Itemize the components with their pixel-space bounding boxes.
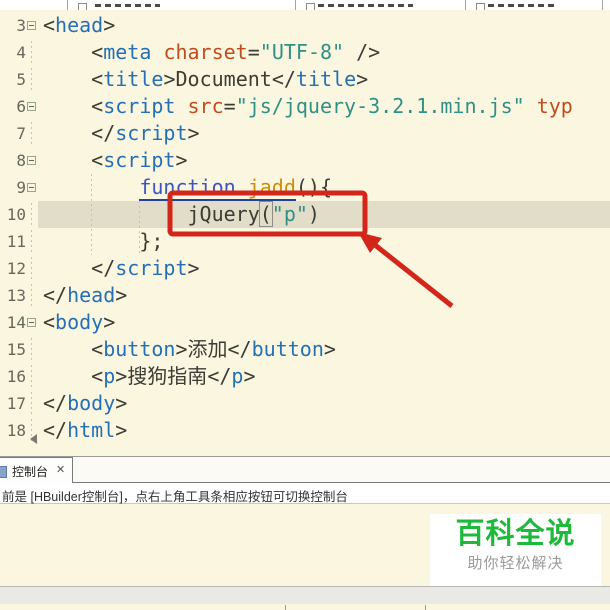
gutter-guide (31, 365, 32, 388)
code-text: <button>添加</button> (43, 337, 336, 361)
gutter-guide (31, 203, 32, 226)
line-number: 16 (6, 367, 26, 386)
code-line: 12 </script> (0, 255, 610, 282)
hbuilder-window: { "editor": { "background": "#FBF6E0", "… (0, 0, 610, 610)
tab-separator (67, 0, 68, 10)
line-number: 4 (16, 43, 26, 62)
fold-toggle-icon[interactable] (27, 318, 36, 327)
code-text: </head> (43, 283, 128, 307)
line-number: 5 (16, 70, 26, 89)
code-text: jQuery("p") (187, 201, 320, 227)
gutter-guide (31, 122, 32, 145)
gutter-guide (31, 41, 32, 64)
line-number: 10 (6, 205, 26, 224)
code-text: <head> (43, 13, 116, 37)
gutter-guide (31, 284, 32, 307)
indent-guide (139, 201, 140, 255)
console-icon (0, 466, 7, 478)
tab-separator (602, 0, 603, 10)
status-separator (425, 605, 426, 610)
gutter-guide (31, 392, 32, 415)
code-text: <p>搜狗指南</p> (43, 364, 256, 388)
code-text: </body> (43, 391, 128, 415)
tab-console[interactable]: 控制台 ✕ (0, 457, 73, 483)
line-number: 8 (16, 151, 26, 170)
line-number: 11 (6, 232, 26, 251)
code-text: <meta charset="UTF-8" /> (43, 40, 381, 64)
line-number: 6 (16, 97, 26, 116)
console-message: 前是 [HBuilder控制台]，点右上角工具条相应按钮可切换控制台 (2, 490, 348, 504)
code-text: }; (43, 229, 164, 253)
line-number: 12 (6, 259, 26, 278)
code-text: </html> (43, 418, 128, 442)
watermark-subtitle: 助你轻松解决 (467, 555, 564, 572)
hscrollbar-left-arrow[interactable] (30, 434, 37, 444)
gutter-guide (31, 68, 32, 91)
line-number: 14 (6, 313, 26, 332)
tab-separator (465, 0, 466, 10)
code-line: 7 </script> (0, 120, 610, 147)
console-output-row: 前是 [HBuilder控制台]，点右上角工具条相应按钮可切换控制台 (0, 483, 610, 504)
code-line: 17 </body> (0, 390, 610, 417)
code-line: 4 <meta charset="UTF-8" /> (0, 39, 610, 66)
fold-toggle-icon[interactable] (27, 156, 36, 165)
fold-toggle-icon[interactable] (27, 102, 36, 111)
line-number: 3 (16, 16, 26, 35)
gutter-guide (31, 257, 32, 280)
bottom-scrollbar[interactable] (0, 586, 610, 604)
code-line: 15 <button>添加</button> (0, 336, 610, 363)
code-text: <script> (43, 148, 188, 172)
console-tab-label: 控制台 (12, 465, 49, 479)
tab-title-clipped (95, 4, 160, 7)
code-text: <script src="js/jquery-3.2.1.min.js" typ (43, 94, 573, 118)
console-tab-bar: 控制台 ✕ (0, 457, 610, 483)
status-bar (0, 604, 610, 610)
line-number: 7 (16, 124, 26, 143)
code-line: 6 <script src="js/jquery-3.2.1.min.js" t… (0, 93, 610, 120)
line-number: 9 (16, 178, 26, 197)
fold-toggle-icon[interactable] (27, 183, 36, 192)
code-line: 5 <title>Document</title> (0, 66, 610, 93)
code-line: 16 <p>搜狗指南</p> (0, 363, 610, 390)
status-separator (285, 605, 286, 610)
code-text: </script> (43, 256, 200, 280)
code-line: 14 <body> (0, 309, 610, 336)
line-number: 18 (6, 421, 26, 440)
line-number: 15 (6, 340, 26, 359)
tab-title-clipped (488, 4, 558, 7)
tab-title-clipped (318, 4, 413, 7)
code-line: 13 </head> (0, 282, 610, 309)
code-line: 8 <script> (0, 147, 610, 174)
line-number: 13 (6, 286, 26, 305)
code-text: </script> (43, 121, 200, 145)
code-editor[interactable]: 3 <head> 4 <meta charset="UTF-8" /> 5 <titl… (0, 10, 610, 457)
watermark: 百科全说 助你轻松解决 (430, 514, 601, 586)
code-text: function jadd(){ (139, 175, 332, 201)
close-icon[interactable]: ✕ (56, 463, 65, 476)
code-text: <body> (43, 310, 116, 334)
code-line: 18 </html> (0, 417, 610, 444)
gutter-guide (31, 230, 32, 253)
fold-toggle-icon[interactable] (27, 21, 36, 30)
indent-guide (91, 174, 92, 255)
line-number: 17 (6, 394, 26, 413)
tab-separator (295, 0, 296, 10)
code-text: <title>Document</title> (43, 67, 369, 91)
watermark-title: 百科全说 (455, 518, 576, 550)
code-line: 3 <head> (0, 12, 610, 39)
gutter-guide (31, 338, 32, 361)
